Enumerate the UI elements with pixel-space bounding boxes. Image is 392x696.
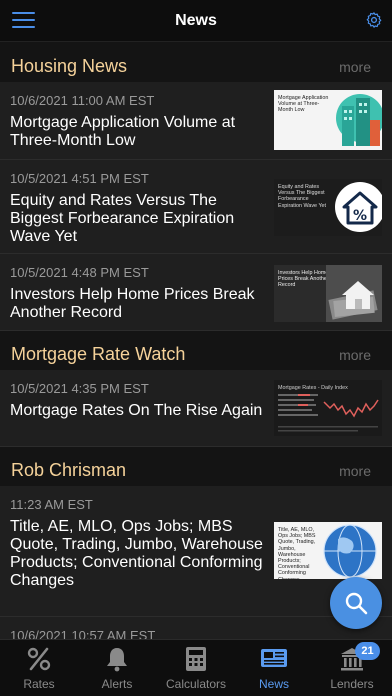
news-feed[interactable]: Housing News more 10/6/2021 11:00 AM EST… <box>0 43 392 639</box>
article-date: 10/5/2021 4:35 PM EST <box>10 381 149 396</box>
article-date: 11:23 AM EST <box>10 497 93 512</box>
more-link[interactable]: more <box>339 347 371 363</box>
lenders-count-badge: 21 <box>355 642 380 660</box>
tab-alerts[interactable]: Alerts <box>78 640 156 696</box>
section-header-rob-chrisman: Rob Chrisman more <box>0 447 392 486</box>
section-header-housing-news: Housing News more <box>0 43 392 82</box>
thumbnail-caption: Mortgage Application Volume at Three-Mon… <box>278 95 329 114</box>
tab-label: Rates <box>23 677 55 691</box>
section-title: Rob Chrisman <box>11 460 127 480</box>
section-header-mortgage-rate-watch: Mortgage Rate Watch more <box>0 331 392 370</box>
bell-icon <box>107 648 127 672</box>
section-title: Housing News <box>11 56 128 76</box>
tab-rates[interactable]: Rates <box>0 640 78 696</box>
article-thumbnail: Mortgage Rates - Daily Index <box>274 380 382 436</box>
house-money-icon <box>326 265 382 322</box>
thumbnail-caption: Equity and Rates Versus The Biggest Forb… <box>278 184 327 209</box>
article-item[interactable]: 10/6/2021 11:00 AM EST Mortgage Applicat… <box>0 82 392 160</box>
article-date: 10/5/2021 4:51 PM EST <box>10 171 149 186</box>
more-link[interactable]: more <box>339 59 371 75</box>
article-thumbnail: Equity and Rates Versus The Biggest Forb… <box>274 179 382 236</box>
article-thumbnail: Title, AE, MLO, Ops Jobs; MBS Quote, Tra… <box>274 522 382 579</box>
top-bar: News <box>0 0 392 42</box>
search-icon <box>345 592 368 615</box>
thumbnail-caption: Title, AE, MLO, Ops Jobs; MBS Quote, Tra… <box>278 527 316 579</box>
article-item[interactable]: 10/5/2021 4:48 PM EST Investors Help Hom… <box>0 254 392 331</box>
globe-icon <box>323 524 377 578</box>
section-title: Mortgage Rate Watch <box>11 344 186 364</box>
svg-text:%: % <box>353 208 367 224</box>
article-headline: Investors Help Home Prices Break Another… <box>10 286 255 321</box>
page-title: News <box>175 12 217 29</box>
thumbnail-caption: Investors Help Home Prices Break Another… <box>278 270 329 289</box>
tab-calculators[interactable]: Calculators <box>157 640 235 696</box>
more-link[interactable]: more <box>339 463 371 479</box>
article-headline: Mortgage Rates On The Rise Again <box>10 402 263 419</box>
article-headline: Equity and Rates Versus The Biggest Forb… <box>10 192 235 245</box>
percent-icon <box>27 647 51 671</box>
article-thumbnail: Mortgage Application Volume at Three-Mon… <box>274 90 382 150</box>
tab-bar: Rates Alerts Calculators News Lenders <box>0 639 392 696</box>
article-headline: Mortgage Application Volume at Three-Mon… <box>10 114 236 149</box>
city-buildings-icon <box>336 94 382 146</box>
article-item[interactable]: 10/6/2021 10:57 AM EST <box>0 617 392 639</box>
article-date: 10/6/2021 10:57 AM EST <box>10 628 156 639</box>
rate-chart-icon <box>278 394 379 432</box>
tab-label: Alerts <box>101 677 133 691</box>
article-item[interactable]: 10/5/2021 4:35 PM EST Mortgage Rates On … <box>0 370 392 447</box>
house-percent-icon: % <box>335 182 382 232</box>
article-headline: Title, AE, MLO, Ops Jobs; MBS Quote, Tra… <box>10 518 263 589</box>
tab-label: Lenders <box>330 677 374 691</box>
newspaper-icon <box>261 649 287 667</box>
article-thumbnail: Investors Help Home Prices Break Another… <box>274 265 382 322</box>
calculator-icon <box>186 647 206 671</box>
tab-label: News <box>258 677 289 691</box>
article-date: 10/5/2021 4:48 PM EST <box>10 265 149 280</box>
gear-icon[interactable] <box>365 11 383 29</box>
tab-news[interactable]: News <box>235 640 313 696</box>
tab-label: Calculators <box>165 677 227 691</box>
article-item[interactable]: 10/5/2021 4:51 PM EST Equity and Rates V… <box>0 160 392 254</box>
article-date: 10/6/2021 11:00 AM EST <box>10 93 155 108</box>
search-button[interactable] <box>330 577 382 629</box>
